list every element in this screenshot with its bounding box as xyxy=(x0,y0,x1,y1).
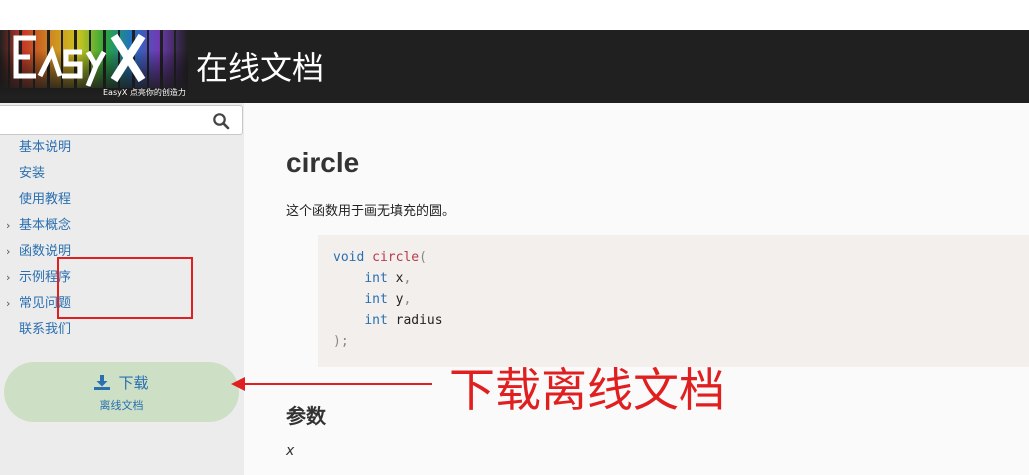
code-param-sep: , xyxy=(403,271,412,286)
code-param-sep: , xyxy=(403,292,412,307)
search-icon[interactable] xyxy=(212,112,230,130)
sidebar-item-label: 联系我们 xyxy=(19,322,72,337)
sidebar-item-install[interactable]: 安装 xyxy=(0,161,244,187)
code-line: void circle( xyxy=(333,247,1029,268)
code-block: void circle( int x, int y, int radius ); xyxy=(318,235,1029,367)
page: EasyX 点亮你的创造力 在线文档 基本说明 安装 使用教程 › 基本概念 ›… xyxy=(0,0,1029,475)
sidebar-item-basic-info[interactable]: 基本说明 xyxy=(0,135,244,161)
code-param-type: int xyxy=(364,292,388,307)
download-label: 下载 xyxy=(118,374,149,392)
code-close: ); xyxy=(333,334,349,349)
code-line: int radius xyxy=(333,310,1029,331)
chevron-right-icon[interactable]: › xyxy=(6,291,10,317)
page-title: circle xyxy=(286,147,360,178)
code-open-paren: ( xyxy=(419,250,427,265)
chevron-right-icon[interactable]: › xyxy=(6,265,10,291)
easyx-logo[interactable]: EasyX 点亮你的创造力 xyxy=(0,30,188,103)
code-param-type: int xyxy=(364,313,388,328)
search-box xyxy=(0,105,243,135)
sidebar-item-tutorial[interactable]: 使用教程 xyxy=(0,187,244,213)
download-icon xyxy=(94,375,111,390)
logo-tagline: EasyX 点亮你的创造力 xyxy=(103,88,186,97)
sidebar-item-label: 基本说明 xyxy=(19,140,72,155)
sidebar-item-label: 使用教程 xyxy=(19,192,72,207)
site-header: EasyX 点亮你的创造力 在线文档 xyxy=(0,30,1029,103)
chevron-right-icon[interactable]: › xyxy=(6,239,10,265)
search-input[interactable] xyxy=(0,106,205,134)
code-line: int y, xyxy=(333,289,1029,310)
annotation-text: 下载离线文档 xyxy=(449,363,725,417)
site-title: 在线文档 xyxy=(196,49,325,87)
code-param-type: int xyxy=(364,271,388,286)
code-line: ); xyxy=(333,331,1029,352)
code-line: int x, xyxy=(333,268,1029,289)
code-function-name: circle xyxy=(372,250,420,265)
sidebar-item-concepts[interactable]: › 基本概念 xyxy=(0,213,244,239)
chevron-right-icon[interactable]: › xyxy=(6,213,10,239)
code-return-type: void xyxy=(333,250,365,265)
download-sublabel: 离线文档 xyxy=(99,399,144,412)
param-name: x xyxy=(286,443,295,459)
download-offline-button[interactable]: 下载 离线文档 xyxy=(4,362,239,422)
annotation-highlight-box xyxy=(57,257,193,319)
sidebar-item-label: 安装 xyxy=(19,166,46,181)
function-description: 这个函数用于画无填充的圆。 xyxy=(286,204,456,219)
sidebar-item-label: 基本概念 xyxy=(19,218,72,233)
section-title-params: 参数 xyxy=(286,404,326,428)
code-param-name: radius xyxy=(395,313,443,328)
download-label-row: 下载 xyxy=(4,372,239,393)
sidebar-item-contact[interactable]: 联系我们 xyxy=(0,317,244,343)
